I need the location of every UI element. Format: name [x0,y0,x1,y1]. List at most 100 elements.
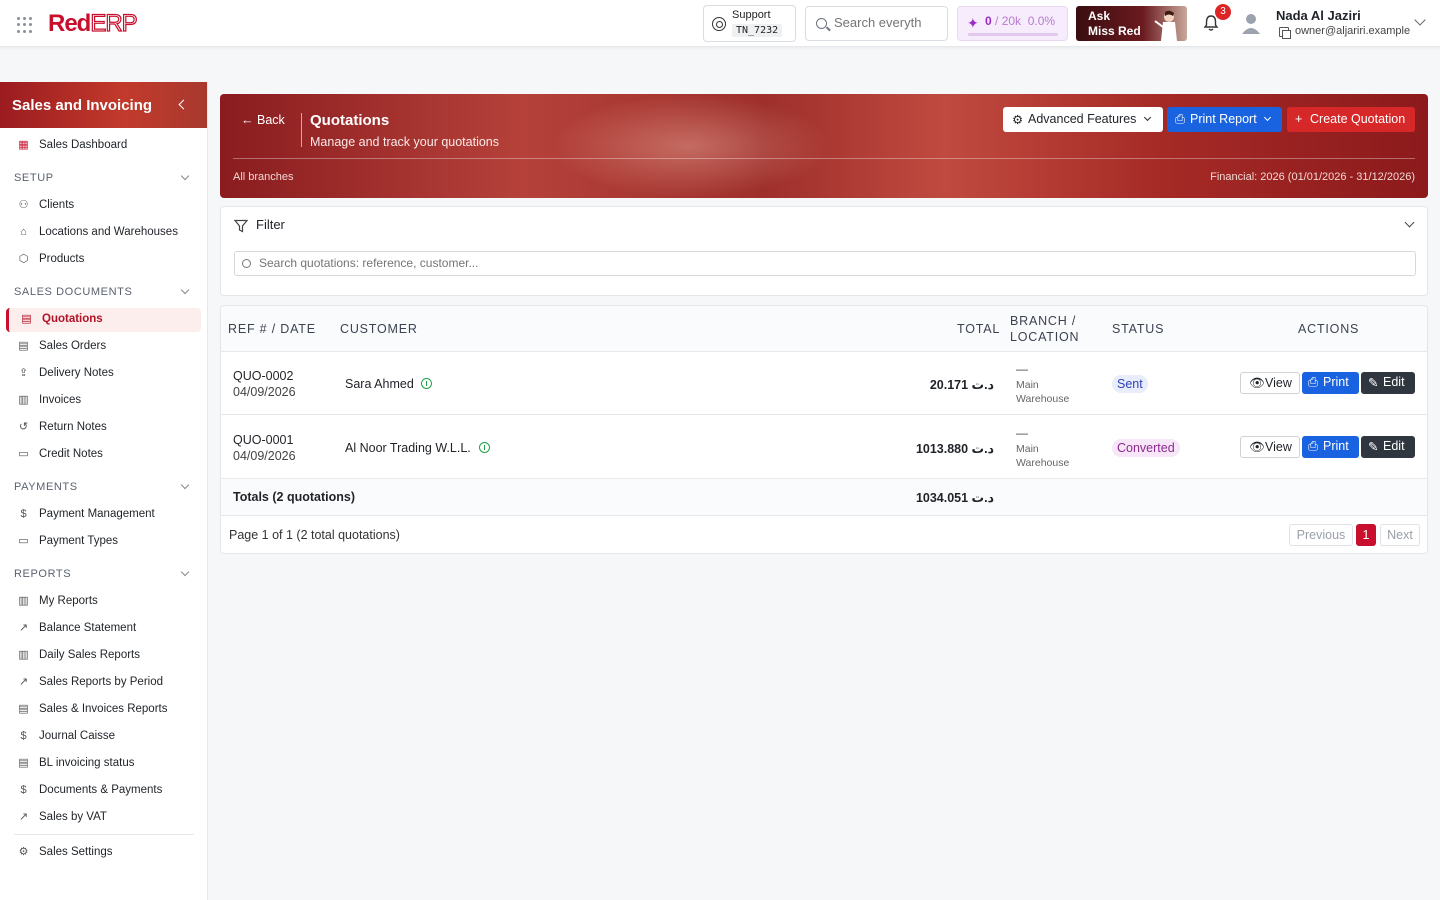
location-value: Main [1016,443,1039,455]
sidebar-item-credit-notes[interactable]: ▭ Credit Notes [6,443,201,467]
sidebar-item-sales-orders[interactable]: ▤ Sales Orders [6,335,201,359]
user-name: Nada Al Jaziri [1276,8,1361,23]
ai-credits-meter[interactable]: ✦ 0 / 20k 0.0% [957,6,1068,41]
notification-badge: 3 [1215,4,1231,20]
top-bar: RedERP Support TN_7232 ✦ 0 / 20k 0.0% As… [0,0,1440,47]
sidebar-item-sales-settings[interactable]: ⚙ Sales Settings [6,841,201,865]
edit-button[interactable]: ✎ Edit [1361,372,1415,394]
gear-icon: ⚙ [18,846,29,858]
sidebar-item-return-notes[interactable]: ↺ Return Notes [6,416,201,440]
customer-name[interactable]: Sara Ahmed [345,377,414,391]
edit-icon: ✎ [1368,376,1379,390]
print-report-button[interactable]: ⎙ Print Report [1167,107,1282,132]
ask-miss-red-button[interactable]: Ask Miss Red [1076,6,1187,41]
sidebar-divider [14,834,194,835]
sidebar-item-invoices[interactable]: ▥ Invoices [6,389,201,413]
chevron-down-icon[interactable] [1404,217,1415,228]
col-ref-date[interactable]: REF # / DATE [228,322,316,336]
page-1-button[interactable]: 1 [1356,524,1376,546]
quotation-ref[interactable]: QUO-0002 [233,369,293,383]
quotation-total: 1013.880 د.ت [915,442,994,456]
logo[interactable]: RedERP [48,9,138,39]
check-circle-icon [479,442,490,453]
global-search-input[interactable] [834,15,944,30]
sparkle-icon: ✦ [967,15,979,31]
sidebar-item-quotations[interactable]: ▤ Quotations [6,308,201,332]
credits-value: 0 / 20k 0.0% [985,14,1056,28]
sidebar-item-sales-by-vat[interactable]: ↗ Sales by VAT [6,806,201,830]
sidebar-item-locations[interactable]: ⌂ Locations and Warehouses [6,221,201,245]
credit-card-icon: ▭ [18,448,29,460]
collapse-sidebar-icon[interactable] [178,99,189,110]
plus-icon: + [1295,112,1303,126]
sidebar-item-my-reports[interactable]: ▥ My Reports [6,590,201,614]
sidebar-item-clients[interactable]: ⚇ Clients [6,194,201,218]
sidebar-item-delivery-notes[interactable]: ⇪ Delivery Notes [6,362,201,386]
quotation-search-input[interactable] [259,256,1399,270]
document-icon: ▤ [18,340,29,352]
sidebar-item-payment-management[interactable]: $ Payment Management [6,503,201,527]
sidebar-item-documents-payments[interactable]: $ Documents & Payments [6,779,201,803]
next-page-button[interactable]: Next [1380,524,1420,546]
back-link[interactable]: ← Back [241,113,285,127]
previous-page-button[interactable]: Previous [1289,524,1353,546]
user-avatar-icon[interactable] [1240,12,1262,34]
box-icon: ⬡ [18,253,29,265]
section-payments[interactable]: PAYMENTS [14,480,194,493]
col-total[interactable]: TOTAL [957,322,1000,336]
quotation-ref[interactable]: QUO-0001 [233,433,293,447]
customer-name[interactable]: Al Noor Trading W.L.L. [345,441,471,455]
miss-red-label: Miss Red [1088,24,1141,38]
view-button[interactable]: 👁 View [1240,372,1300,394]
sidebar-item-sales-invoices-reports[interactable]: ▤ Sales & Invoices Reports [6,698,201,722]
sidebar-item-payment-types[interactable]: ▭ Payment Types [6,530,201,554]
printer-icon: ⎙ [1308,375,1319,389]
sidebar-item-products[interactable]: ⬡ Products [6,248,201,272]
document-icon: ▤ [21,313,32,325]
edit-button[interactable]: ✎ Edit [1361,436,1415,458]
table-row[interactable]: QUO-0001 04/09/2026 Al Noor Trading W.L.… [221,416,1427,479]
edit-icon: ✎ [1368,440,1379,454]
printer-icon: ⎙ [1308,439,1319,453]
sidebar-item-balance-statement[interactable]: ↗ Balance Statement [6,617,201,641]
table-row[interactable]: QUO-0002 04/09/2026 Sara Ahmed 20.171 د.… [221,352,1427,415]
global-search[interactable] [805,6,948,41]
print-button[interactable]: ⎙ Print [1302,372,1359,394]
col-status[interactable]: STATUS [1112,322,1164,336]
filter-panel: Filter [220,206,1428,296]
print-button[interactable]: ⎙ Print [1302,436,1359,458]
sidebar-item-sales-by-period[interactable]: ↗ Sales Reports by Period [6,671,201,695]
filter-title[interactable]: Filter [256,217,285,232]
support-label: Support [732,9,771,21]
apps-grid-icon[interactable] [17,17,33,33]
col-customer[interactable]: CUSTOMER [340,322,418,336]
col-location[interactable]: LOCATION [1010,330,1079,344]
quotation-search[interactable] [234,251,1416,276]
pagination-info: Page 1 of 1 (2 total quotations) [229,528,400,542]
sidebar-item-bl-invoicing-status[interactable]: ▤ BL invoicing status [6,752,201,776]
trending-up-icon: ↗ [18,811,29,823]
table-header-row: REF # / DATE CUSTOMER TOTAL BRANCH / LOC… [221,306,1427,352]
copy-icon[interactable] [1279,27,1291,39]
printer-icon: ⎙ [1175,112,1186,126]
assistant-figure-icon [1154,10,1177,41]
branch-value: — [1016,362,1028,376]
view-button[interactable]: 👁 View [1240,436,1300,458]
section-sales-documents[interactable]: SALES DOCUMENTS [14,285,194,298]
section-setup[interactable]: SETUP [14,171,194,184]
bar-chart-icon: ▥ [18,595,29,607]
advanced-features-button[interactable]: ⚙ Advanced Features [1003,107,1163,132]
lifebuoy-icon [712,17,726,31]
sidebar-item-journal-caisse[interactable]: $ Journal Caisse [6,725,201,749]
col-branch[interactable]: BRANCH / [1010,314,1076,328]
sidebar-item-daily-sales-reports[interactable]: ▥ Daily Sales Reports [6,644,201,668]
chevron-down-icon[interactable] [1414,14,1426,26]
create-quotation-button[interactable]: + Create Quotation [1287,107,1415,132]
trending-up-icon: ↗ [18,676,29,688]
filter-icon [234,219,248,233]
chevron-down-icon [180,171,190,181]
sidebar-item-sales-dashboard[interactable]: ▦ Sales Dashboard [6,134,201,158]
support-button[interactable]: Support TN_7232 [703,5,796,42]
quotation-date: 04/09/2026 [233,449,296,463]
section-reports[interactable]: REPORTS [14,567,194,580]
